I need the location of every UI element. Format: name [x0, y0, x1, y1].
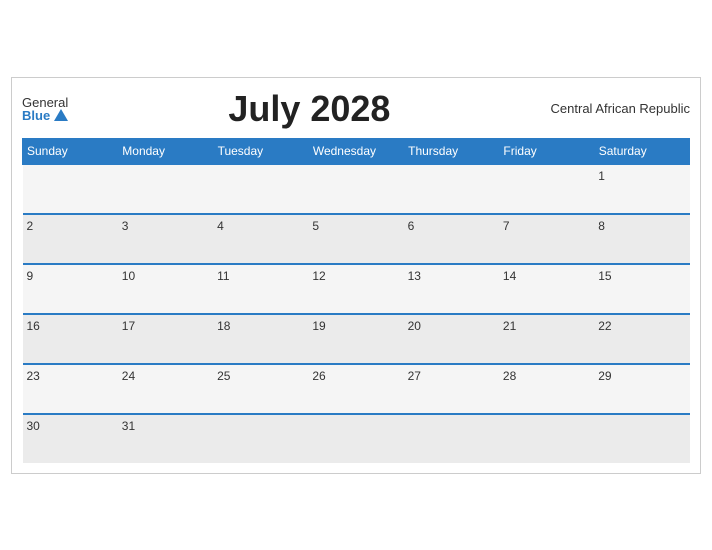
calendar-cell: 10: [118, 264, 213, 314]
day-number: 18: [217, 319, 304, 333]
calendar-cell: [118, 164, 213, 214]
calendar-cell: 29: [594, 364, 689, 414]
logo-blue-text: Blue: [22, 109, 68, 122]
logo-general-text: General: [22, 96, 68, 109]
day-number: 16: [27, 319, 114, 333]
day-number: 26: [312, 369, 399, 383]
calendar-cell: 1: [594, 164, 689, 214]
col-saturday: Saturday: [594, 138, 689, 164]
calendar-cell: 28: [499, 364, 594, 414]
day-number: 29: [598, 369, 685, 383]
day-number: 5: [312, 219, 399, 233]
day-number: 17: [122, 319, 209, 333]
calendar-cell: [213, 414, 308, 463]
calendar-cell: 3: [118, 214, 213, 264]
calendar-cell: [213, 164, 308, 214]
calendar-cell: 16: [23, 314, 118, 364]
day-number: 23: [27, 369, 114, 383]
day-number: 7: [503, 219, 590, 233]
col-monday: Monday: [118, 138, 213, 164]
calendar-header: General Blue July 2028 Central African R…: [22, 88, 690, 130]
calendar-week-row: 1: [23, 164, 690, 214]
day-number: 4: [217, 219, 304, 233]
day-number: 21: [503, 319, 590, 333]
calendar-cell: 23: [23, 364, 118, 414]
calendar-cell: 6: [404, 214, 499, 264]
calendar-cell: 21: [499, 314, 594, 364]
calendar-cell: 18: [213, 314, 308, 364]
calendar-week-row: 9 10 11 12 13 14 15: [23, 264, 690, 314]
col-sunday: Sunday: [23, 138, 118, 164]
calendar-table: Sunday Monday Tuesday Wednesday Thursday…: [22, 138, 690, 463]
day-number: 1: [598, 169, 685, 183]
logo: General Blue: [22, 96, 68, 122]
calendar-cell: 20: [404, 314, 499, 364]
calendar-cell: 7: [499, 214, 594, 264]
calendar-cell: 17: [118, 314, 213, 364]
calendar-cell: 22: [594, 314, 689, 364]
day-number: 10: [122, 269, 209, 283]
calendar-cell: [308, 164, 403, 214]
day-number: 12: [312, 269, 399, 283]
calendar-cell: [23, 164, 118, 214]
day-number: 8: [598, 219, 685, 233]
calendar-cell: 26: [308, 364, 403, 414]
day-number: 2: [27, 219, 114, 233]
calendar-wrapper: General Blue July 2028 Central African R…: [11, 77, 701, 474]
day-number: 11: [217, 269, 304, 283]
calendar-cell: 15: [594, 264, 689, 314]
calendar-cell: [308, 414, 403, 463]
day-number: 6: [408, 219, 495, 233]
calendar-cell: [404, 414, 499, 463]
calendar-cell: 24: [118, 364, 213, 414]
country-label: Central African Republic: [551, 101, 690, 116]
calendar-cell: 9: [23, 264, 118, 314]
day-number: 9: [27, 269, 114, 283]
day-number: 25: [217, 369, 304, 383]
calendar-cell: 11: [213, 264, 308, 314]
calendar-cell: [499, 414, 594, 463]
day-number: 20: [408, 319, 495, 333]
calendar-week-row: 23 24 25 26 27 28 29: [23, 364, 690, 414]
day-number: 3: [122, 219, 209, 233]
calendar-cell: [594, 414, 689, 463]
day-number: 15: [598, 269, 685, 283]
calendar-body: 1234567891011121314151617181920212223242…: [23, 164, 690, 463]
day-number: 19: [312, 319, 399, 333]
col-thursday: Thursday: [404, 138, 499, 164]
calendar-title: July 2028: [68, 88, 550, 130]
calendar-cell: 2: [23, 214, 118, 264]
col-friday: Friday: [499, 138, 594, 164]
calendar-cell: 30: [23, 414, 118, 463]
calendar-cell: 13: [404, 264, 499, 314]
calendar-week-row: 2345678: [23, 214, 690, 264]
days-header-row: Sunday Monday Tuesday Wednesday Thursday…: [23, 138, 690, 164]
calendar-cell: 19: [308, 314, 403, 364]
day-number: 30: [27, 419, 114, 433]
calendar-cell: 8: [594, 214, 689, 264]
day-number: 28: [503, 369, 590, 383]
calendar-cell: 12: [308, 264, 403, 314]
col-wednesday: Wednesday: [308, 138, 403, 164]
logo-triangle-icon: [54, 109, 68, 121]
calendar-cell: [404, 164, 499, 214]
col-tuesday: Tuesday: [213, 138, 308, 164]
calendar-cell: 14: [499, 264, 594, 314]
calendar-cell: [499, 164, 594, 214]
calendar-cell: 27: [404, 364, 499, 414]
calendar-cell: 25: [213, 364, 308, 414]
day-number: 27: [408, 369, 495, 383]
day-number: 31: [122, 419, 209, 433]
day-number: 22: [598, 319, 685, 333]
day-number: 14: [503, 269, 590, 283]
calendar-cell: 31: [118, 414, 213, 463]
calendar-cell: 5: [308, 214, 403, 264]
day-number: 13: [408, 269, 495, 283]
calendar-cell: 4: [213, 214, 308, 264]
day-number: 24: [122, 369, 209, 383]
calendar-week-row: 30 31: [23, 414, 690, 463]
calendar-week-row: 16 17 18 19 20 21 22: [23, 314, 690, 364]
